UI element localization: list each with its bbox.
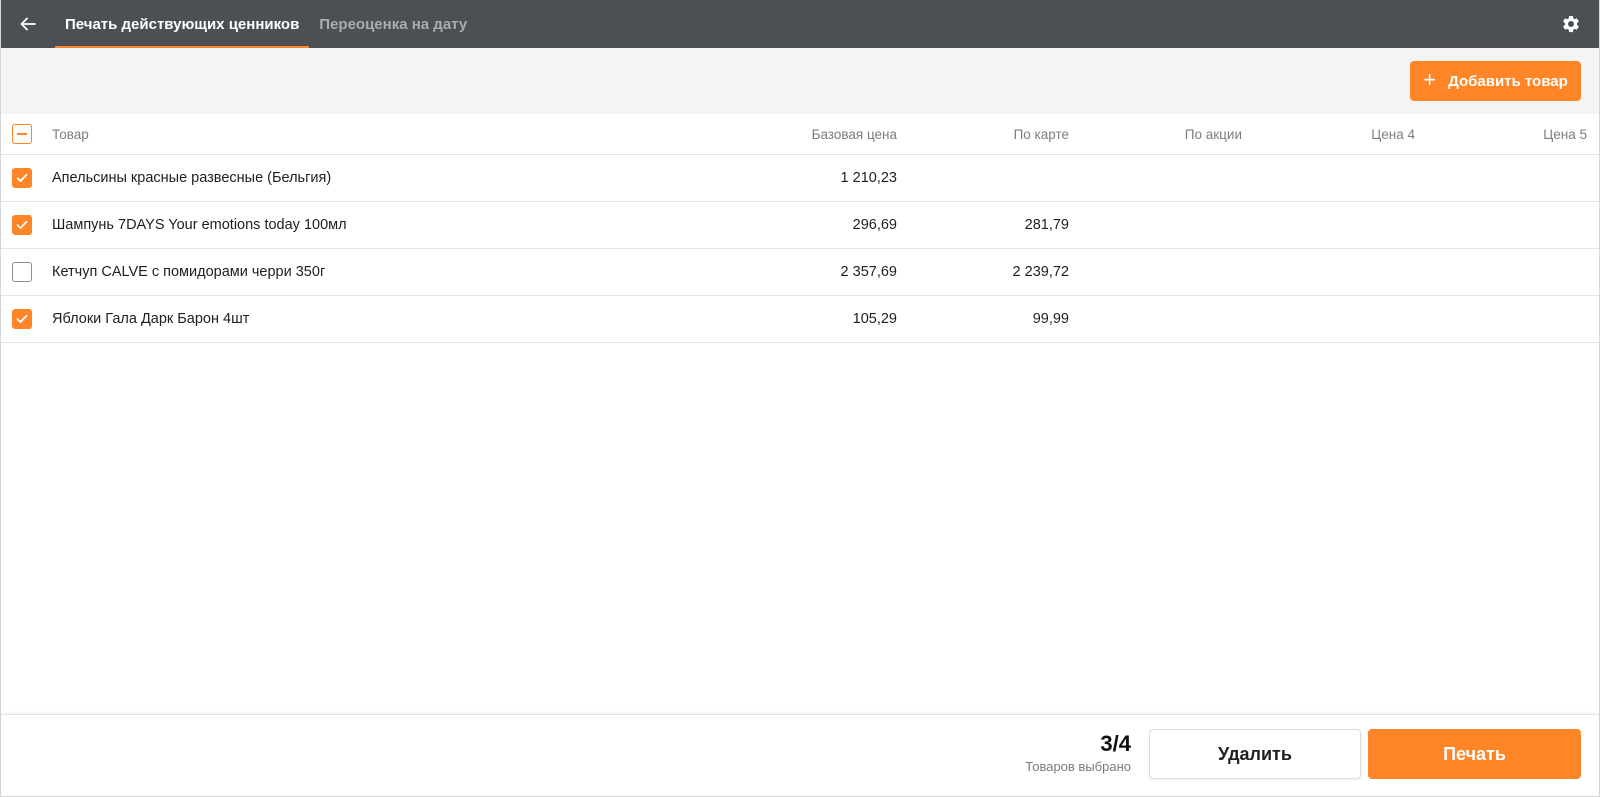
card-price: 99,99 xyxy=(1032,311,1069,327)
table-row[interactable]: Апельсины красные развесные (Бельгия) 1 … xyxy=(1,155,1599,202)
selected-count: 3/4 xyxy=(1100,731,1131,756)
check-icon xyxy=(16,173,28,182)
back-button[interactable] xyxy=(1,0,55,48)
arrow-left-icon xyxy=(20,17,36,31)
column-header-promo-price[interactable]: По акции xyxy=(1185,127,1242,142)
base-price: 105,29 xyxy=(852,311,897,327)
table-row[interactable]: Яблоки Гала Дарк Барон 4шт 105,29 99,99 xyxy=(1,296,1599,343)
base-price: 2 357,69 xyxy=(840,264,897,280)
toolbar: + Добавить товар xyxy=(1,48,1599,114)
column-header-base-price[interactable]: Базовая цена xyxy=(812,127,897,142)
add-product-label: Добавить товар xyxy=(1448,72,1568,90)
tab-current-price-tags[interactable]: Печать действующих ценников xyxy=(55,0,310,48)
row-checkbox[interactable] xyxy=(12,309,32,329)
settings-button[interactable] xyxy=(1559,12,1583,36)
selection-counter: 3/4 Товаров выбрано xyxy=(1025,731,1131,774)
check-icon xyxy=(16,314,28,323)
select-all-checkbox[interactable] xyxy=(12,124,32,144)
table-row[interactable]: Шампунь 7DAYS Your emotions today 100мл … xyxy=(1,202,1599,249)
selected-count-label: Товаров выбрано xyxy=(1025,759,1131,774)
column-header-price-5[interactable]: Цена 5 xyxy=(1543,127,1587,142)
card-price: 2 239,72 xyxy=(1012,264,1069,280)
app-header: Печать действующих ценников Переоценка н… xyxy=(1,0,1599,48)
product-name: Апельсины красные развесные (Бельгия) xyxy=(52,170,332,186)
add-product-button[interactable]: + Добавить товар xyxy=(1410,61,1581,101)
table-header-row: Товар Базовая цена По карте По акции Цен… xyxy=(1,114,1599,155)
print-button[interactable]: Печать xyxy=(1368,729,1581,779)
row-checkbox[interactable] xyxy=(12,262,32,282)
delete-button[interactable]: Удалить xyxy=(1149,729,1361,779)
gear-icon xyxy=(1563,15,1579,33)
card-price: 281,79 xyxy=(1024,217,1069,233)
product-name: Кетчуп CALVE с помидорами черри 350г xyxy=(52,264,326,280)
base-price: 296,69 xyxy=(852,217,897,233)
product-name: Шампунь 7DAYS Your emotions today 100мл xyxy=(52,217,347,233)
column-header-price-4[interactable]: Цена 4 xyxy=(1371,127,1415,142)
product-name: Яблоки Гала Дарк Барон 4шт xyxy=(52,311,250,327)
row-checkbox[interactable] xyxy=(12,215,32,235)
plus-icon: + xyxy=(1423,67,1437,92)
base-price: 1 210,23 xyxy=(840,170,897,186)
column-header-name[interactable]: Товар xyxy=(52,127,89,142)
footer-bar: 3/4 Товаров выбрано Удалить Печать xyxy=(1,714,1599,796)
row-checkbox[interactable] xyxy=(12,168,32,188)
minus-icon xyxy=(17,133,27,135)
column-header-card-price[interactable]: По карте xyxy=(1014,127,1069,142)
table-row[interactable]: Кетчуп CALVE с помидорами черри 350г 2 3… xyxy=(1,249,1599,296)
products-table: Товар Базовая цена По карте По акции Цен… xyxy=(1,114,1599,343)
check-icon xyxy=(16,220,28,229)
tab-revaluation-by-date[interactable]: Переоценка на дату xyxy=(309,0,477,48)
